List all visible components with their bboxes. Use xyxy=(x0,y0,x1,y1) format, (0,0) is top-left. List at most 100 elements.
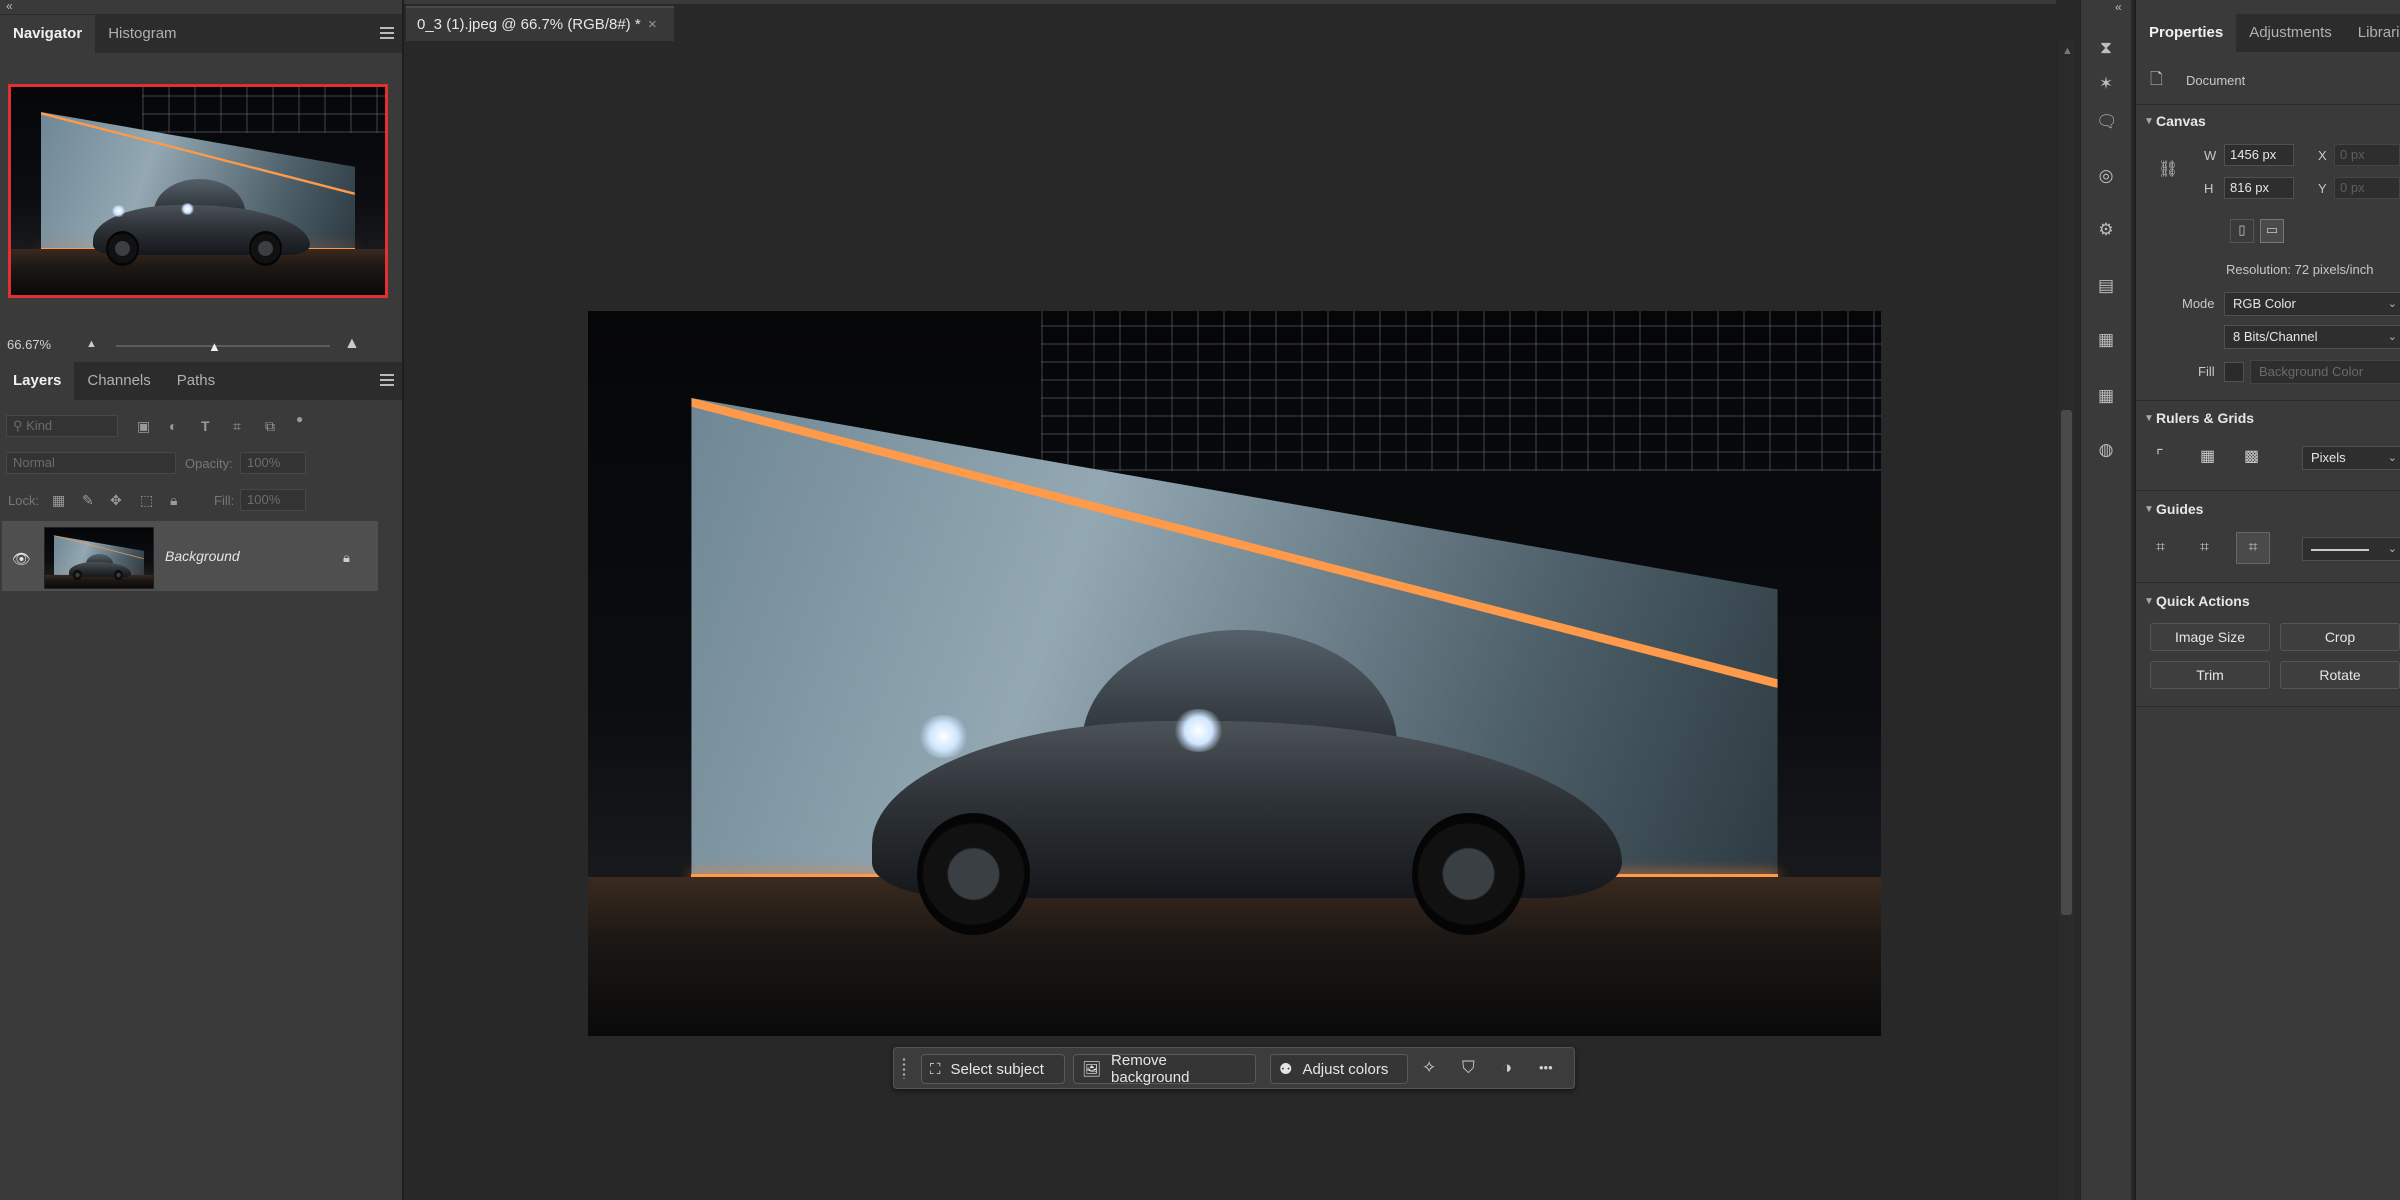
width-input[interactable]: 1456 px xyxy=(2224,144,2294,166)
layers-menu-icon[interactable] xyxy=(380,374,394,386)
zoom-slider-handle[interactable]: ▲ xyxy=(208,339,221,354)
lock-image-icon[interactable]: ✎ xyxy=(82,493,94,507)
bit-depth-select[interactable]: 8 Bits/Channel ⌄ xyxy=(2224,325,2400,349)
rotate-button[interactable]: Rotate xyxy=(2280,661,2400,689)
adjust-colors-label: Adjust colors xyxy=(1302,1060,1389,1078)
type-layer-filter-icon[interactable]: T xyxy=(201,419,210,433)
transform-icon[interactable]: ⛉ xyxy=(1462,1058,1475,1078)
shape-layer-filter-icon[interactable]: ⌗ xyxy=(233,419,241,433)
zoom-slider-track[interactable] xyxy=(116,345,330,347)
y-input[interactable]: 0 px xyxy=(2334,177,2400,199)
quick-actions-title[interactable]: Quick Actions xyxy=(2156,593,2250,609)
remove-background-button[interactable]: 🖼︎ Remove background xyxy=(1073,1052,1256,1086)
zoom-value[interactable]: 66.67% xyxy=(7,337,51,352)
history-icon[interactable]: ⧗ xyxy=(2096,38,2116,58)
layer-name[interactable]: Background xyxy=(165,548,240,564)
image-size-button[interactable]: Image Size xyxy=(2150,623,2270,651)
guides-icon[interactable]: ⌗ xyxy=(2156,538,2165,558)
magic-wand-icon[interactable]: ✧ xyxy=(1422,1058,1436,1078)
pixel-grid-icon[interactable]: ▩ xyxy=(2244,447,2259,467)
fill-value: Background Color xyxy=(2259,364,2364,379)
fill-select[interactable]: Background Color xyxy=(2250,360,2400,384)
lock-artboard-icon[interactable]: ⬚ xyxy=(140,493,153,507)
gradients-icon[interactable]: ▤ xyxy=(2096,276,2116,296)
more-options-icon[interactable]: ••• xyxy=(1539,1060,1553,1075)
color-mode-select[interactable]: RGB Color ⌄ xyxy=(2224,292,2400,316)
navigator-menu-icon[interactable] xyxy=(380,27,394,39)
units-select[interactable]: Pixels ⌄ xyxy=(2302,446,2400,470)
image-icon: 🖼︎ xyxy=(1082,1061,1102,1078)
filter-toggle-icon[interactable]: ● xyxy=(296,412,303,426)
x-input[interactable]: 0 px xyxy=(2334,144,2400,166)
grid-icon[interactable]: ▦ xyxy=(2200,447,2215,467)
navigator-tabbar: Navigator Histogram xyxy=(0,15,402,53)
libraries-icon[interactable]: ◍ xyxy=(2096,440,2116,460)
patterns-icon[interactable]: ▦ xyxy=(2096,330,2116,350)
portrait-orientation-icon[interactable]: ▯ xyxy=(2230,219,2254,243)
fill-input[interactable]: 100% xyxy=(240,489,306,511)
lock-position-icon[interactable]: ✥ xyxy=(110,493,122,507)
tabbar-top-edge xyxy=(404,0,2056,4)
smart-guides-icon[interactable]: ⌗ xyxy=(2236,532,2270,564)
tab-channels[interactable]: Channels xyxy=(74,362,163,400)
scrollbar-thumb[interactable] xyxy=(2061,410,2072,915)
zoom-row: 66.67% ▲ ▲ ▲ xyxy=(0,328,400,362)
smart-object-filter-icon[interactable]: ⧉ xyxy=(265,419,275,433)
chevron-down-icon[interactable]: ▼ xyxy=(2144,116,2154,127)
mask-icon[interactable]: ◑ xyxy=(1502,1058,1512,1078)
pixel-layer-filter-icon[interactable]: ▣ xyxy=(137,419,150,433)
collapse-right-icon[interactable]: « xyxy=(2115,0,2122,14)
canvas-section-title[interactable]: Canvas xyxy=(2156,113,2206,129)
trim-button[interactable]: Trim xyxy=(2150,661,2270,689)
layer-filter-kind[interactable]: ⚲ Kind xyxy=(6,415,118,437)
fill-label: Fill xyxy=(2198,364,2215,379)
tab-properties[interactable]: Properties xyxy=(2136,14,2237,52)
canvas-image[interactable] xyxy=(588,311,1881,1036)
link-dimensions-icon[interactable]: ⛓ xyxy=(2158,160,2178,180)
select-subject-button[interactable]: ⛶ Select subject xyxy=(921,1054,1065,1084)
zoom-out-icon[interactable]: ▲ xyxy=(86,338,97,350)
opacity-input[interactable]: 100% xyxy=(240,452,306,474)
lock-all-icon[interactable]: 🔒︎ xyxy=(170,493,177,507)
chevron-down-icon[interactable]: ▼ xyxy=(2144,596,2154,607)
adjustment-layer-filter-icon[interactable]: ◐ xyxy=(169,419,177,433)
tab-libraries[interactable]: Libraries xyxy=(2345,14,2400,52)
document-tab-title: 0_3 (1).jpeg @ 66.7% (RGB/8#) * xyxy=(417,16,641,33)
y-label: Y xyxy=(2318,181,2327,196)
document-tab[interactable]: 0_3 (1).jpeg @ 66.7% (RGB/8#) * × xyxy=(406,6,674,41)
properties-tabbar: Properties Adjustments Libraries xyxy=(2136,14,2400,52)
rulers-grids-title[interactable]: Rulers & Grids xyxy=(2156,410,2254,426)
comments-icon[interactable]: 🗨︎ xyxy=(2096,112,2118,132)
close-tab-icon[interactable]: × xyxy=(648,16,657,33)
color-icon[interactable]: ◎ xyxy=(2096,166,2116,186)
height-input[interactable]: 816 px xyxy=(2224,177,2294,199)
landscape-orientation-icon[interactable]: ▭ xyxy=(2260,219,2284,243)
lock-guides-icon[interactable]: ⌗ xyxy=(2200,538,2209,558)
guides-title[interactable]: Guides xyxy=(2156,501,2203,517)
chevron-down-icon[interactable]: ▼ xyxy=(2144,413,2154,424)
tab-layers[interactable]: Layers xyxy=(0,362,75,400)
tab-adjustments[interactable]: Adjustments xyxy=(2236,14,2345,52)
actions-icon[interactable]: ✶ xyxy=(2096,74,2116,94)
tab-paths[interactable]: Paths xyxy=(164,362,228,400)
scroll-up-icon[interactable]: ▲ xyxy=(2062,45,2073,57)
visibility-eye-icon[interactable]: 👁︎ xyxy=(12,550,31,568)
tab-navigator[interactable]: Navigator xyxy=(0,15,96,53)
collapse-panels-icon[interactable]: « xyxy=(0,0,402,15)
tab-histogram[interactable]: Histogram xyxy=(95,15,189,53)
navigator-preview[interactable] xyxy=(8,84,388,298)
lock-transparent-icon[interactable]: ▦ xyxy=(52,493,65,507)
line-style-icon xyxy=(2311,548,2369,551)
layer-lock-icon[interactable]: 🔒︎ xyxy=(343,550,350,566)
chevron-down-icon[interactable]: ▼ xyxy=(2144,504,2154,515)
fill-color-swatch[interactable] xyxy=(2224,362,2244,382)
taskbar-drag-handle[interactable] xyxy=(901,1057,907,1079)
blend-mode-select[interactable]: Normal xyxy=(6,452,176,474)
rulers-icon[interactable]: ⌜ xyxy=(2156,447,2164,467)
guide-style-select[interactable]: ⌄ xyxy=(2302,537,2400,561)
adjust-colors-button[interactable]: ⚉ Adjust colors xyxy=(1270,1054,1408,1084)
swatches-icon[interactable]: ⚙ xyxy=(2096,220,2116,240)
zoom-in-icon[interactable]: ▲ xyxy=(344,335,360,353)
crop-button[interactable]: Crop xyxy=(2280,623,2400,651)
tables-icon[interactable]: ▦ xyxy=(2096,386,2116,406)
